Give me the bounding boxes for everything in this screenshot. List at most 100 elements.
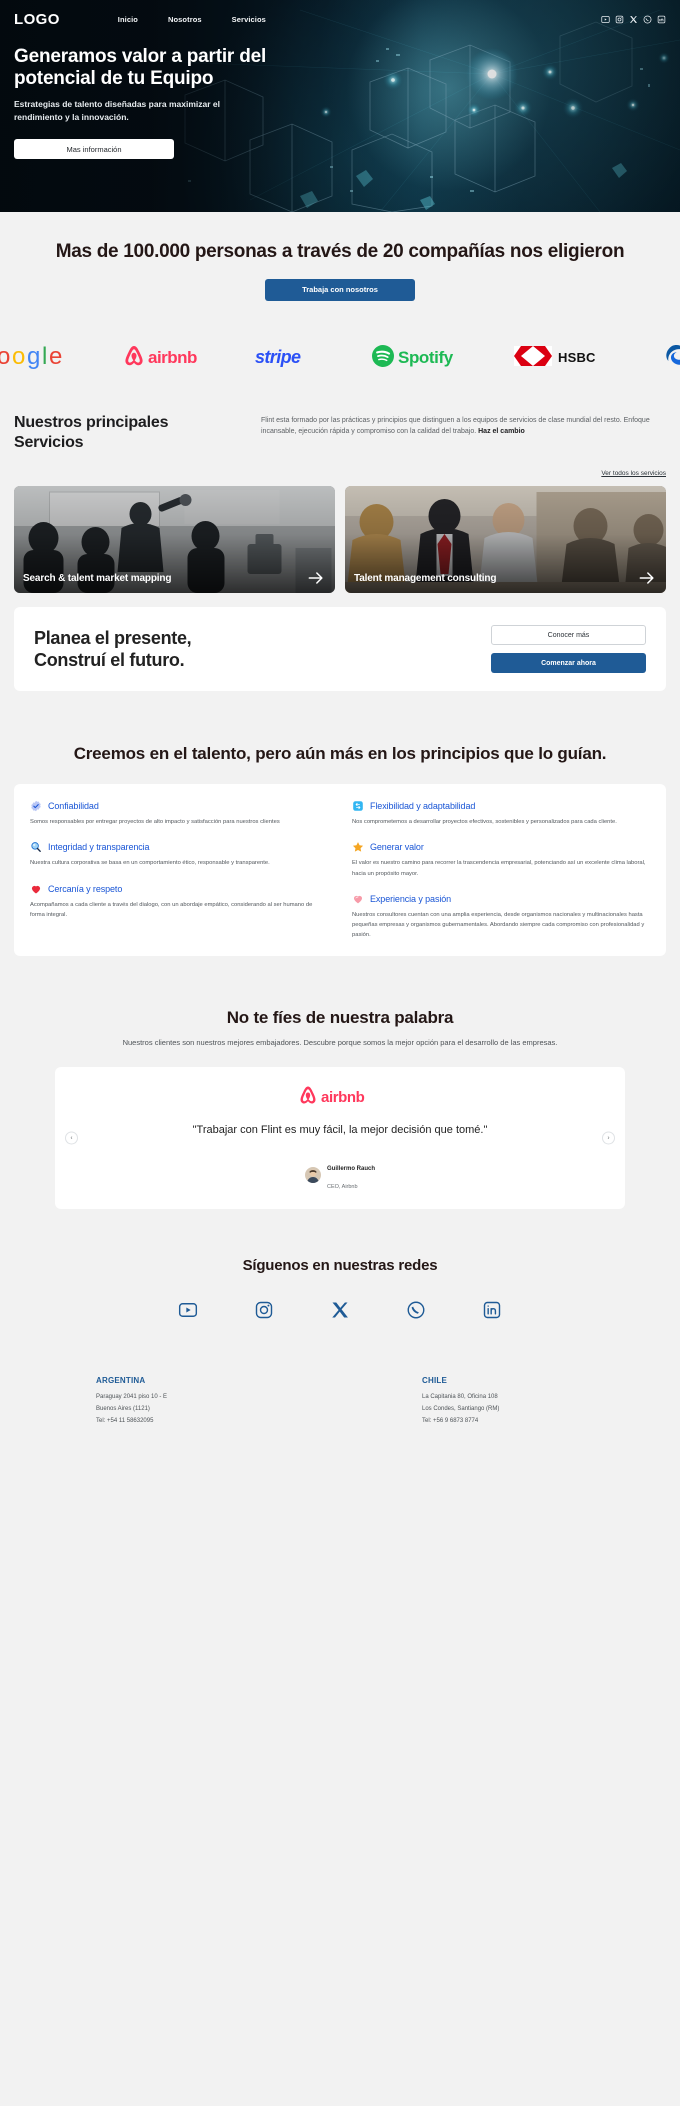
- principle-body: Acompañamos a cada cliente a través del …: [30, 901, 313, 918]
- svg-text:l: l: [42, 343, 47, 370]
- work-with-us-button[interactable]: Trabaja con nosotros: [265, 278, 415, 301]
- instagram-icon[interactable]: [615, 15, 624, 24]
- social-headline: Síguenos en nuestras redes: [242, 1257, 438, 1275]
- whatsapp-icon[interactable]: [406, 1300, 426, 1320]
- nav-links: Inicio Nosotros Servicios: [118, 15, 266, 24]
- principle-body: Somos responsables por entregar proyecto…: [30, 819, 280, 826]
- svg-text:e: e: [49, 343, 62, 370]
- services-title: Nuestros principales Servicios: [14, 413, 169, 452]
- principles-heading-block: Creemos en el talento, pero aún más en l…: [0, 721, 680, 785]
- cta-card: Planea el presente, Construí el futuro. …: [14, 607, 666, 692]
- svg-text:Spotify: Spotify: [398, 348, 454, 367]
- social-section: Síguenos en nuestras redes: [0, 1239, 680, 1351]
- footer-office-argentina: ARGENTINA Paraguay 2041 piso 10 - E Buen…: [14, 1376, 340, 1427]
- cta-section: Planea el presente, Construí el futuro. …: [0, 593, 680, 722]
- footer-country: CHILE: [422, 1376, 447, 1386]
- service-card-title: Search & talent market mapping: [23, 572, 172, 584]
- landing-page: LOGO Inicio Nosotros Servicios Generamos…: [0, 0, 680, 1458]
- services-description-cta[interactable]: Haz el cambio: [478, 428, 525, 435]
- principle-item-integridad-transparencia: Integridad y transparencia Nuestra cultu…: [30, 841, 328, 868]
- footer: ARGENTINA Paraguay 2041 piso 10 - E Buen…: [0, 1350, 680, 1458]
- nav-item-nosotros[interactable]: Nosotros: [168, 15, 202, 24]
- passion-icon: [352, 893, 364, 905]
- services-description: Flint esta formado por las prácticas y p…: [261, 413, 666, 437]
- testimonial-brand-logo: airbnb: [69, 1085, 611, 1107]
- principles-section: Confiabilidad Somos responsables por ent…: [0, 784, 680, 985]
- principle-item-confiabilidad: Confiabilidad Somos responsables por ent…: [30, 800, 328, 827]
- verified-badge-icon: [30, 800, 42, 812]
- principles-card: Confiabilidad Somos responsables por ent…: [14, 784, 666, 957]
- footer-address-line2: Los Condes, Santiango (RM): [422, 1406, 500, 1413]
- arrow-right-icon: [637, 568, 657, 588]
- testimonial-quote: "Trabajar con Flint es muy fácil, la mej…: [192, 1124, 488, 1137]
- hero-title: Generamos valor a partir del potencial d…: [14, 46, 267, 90]
- principle-body: Nos comprometemos a desarrollar proyecto…: [352, 819, 617, 826]
- testimonial-author: Guillermo Rauch CEO, Airbnb: [69, 1157, 611, 1193]
- nav-item-servicios[interactable]: Servicios: [232, 15, 266, 24]
- principle-item-flexibilidad-adaptabilidad: Flexibilidad y adaptabilidad Nos comprom…: [352, 800, 650, 827]
- youtube-icon[interactable]: [601, 15, 610, 24]
- cta-title-line1: Planea el presente,: [34, 627, 192, 648]
- svg-text:o: o: [0, 343, 10, 370]
- principle-item-cercania-respeto: Cercanía y respeto Acompañamos a cada cl…: [30, 883, 328, 920]
- cta-title-line2: Construí el futuro.: [34, 650, 185, 671]
- hero-section: LOGO Inicio Nosotros Servicios Generamos…: [0, 0, 680, 212]
- footer-phone[interactable]: Tel: +54 11 58632095: [96, 1418, 153, 1424]
- heart-icon: [30, 883, 42, 895]
- top-navigation: LOGO Inicio Nosotros Servicios: [0, 0, 680, 38]
- avatar: [304, 1167, 321, 1184]
- svg-text:airbnb: airbnb: [321, 1089, 365, 1106]
- instagram-icon[interactable]: [254, 1300, 274, 1320]
- spotify-logo: Spotify: [371, 341, 459, 371]
- whatsapp-icon[interactable]: [643, 15, 652, 24]
- google-logo: G o o g l e: [0, 341, 68, 371]
- svg-text:g: g: [27, 343, 40, 370]
- testimonial-author-name: Guillermo Rauch: [326, 1166, 375, 1173]
- principle-item-generar-valor: Generar valor El valor es nuestro camino…: [352, 841, 650, 878]
- view-all-services-link[interactable]: Ver todos los servicios: [601, 470, 666, 477]
- nav-item-inicio[interactable]: Inicio: [118, 15, 138, 24]
- principle-title: Experiencia y pasión: [370, 893, 452, 904]
- stats-section: Mas de 100.000 personas a través de 20 c…: [0, 212, 680, 323]
- cta-buttons: Conocer más Comenzar ahora: [491, 625, 646, 674]
- x-twitter-icon[interactable]: [629, 15, 638, 24]
- service-card-search-talent-market-mapping[interactable]: Search & talent market mapping: [14, 486, 335, 594]
- testimonials-section: airbnb "Trabajar con Flint es muy fácil,…: [0, 1049, 680, 1240]
- testimonials-headline: No te fíes de nuestra palabra: [226, 1008, 454, 1028]
- hero-content: Generamos valor a partir del potencial d…: [0, 38, 680, 160]
- service-card-title: Talent management consulting: [354, 572, 497, 584]
- testimonial-card: airbnb "Trabajar con Flint es muy fácil,…: [55, 1067, 625, 1210]
- principles-column-left: Confiabilidad Somos responsables por ent…: [30, 800, 328, 940]
- testimonial-author-role: CEO, Airbnb: [326, 1184, 358, 1191]
- principles-headline: Creemos en el talento, pero aún más en l…: [73, 744, 607, 764]
- nav-social-links: [601, 15, 666, 24]
- svg-text:o: o: [12, 343, 25, 370]
- learn-more-button[interactable]: Conocer más: [491, 625, 646, 646]
- services-section: Nuestros principales Servicios Flint est…: [0, 388, 680, 594]
- star-icon: [352, 841, 364, 853]
- principles-column-right: Flexibilidad y adaptabilidad Nos comprom…: [352, 800, 650, 940]
- more-info-button[interactable]: Mas información: [14, 139, 174, 160]
- services-card-list: Search & talent market mapping Talent ma…: [14, 486, 666, 594]
- client-logos-strip: G o o g l e airbnb stripe: [0, 322, 680, 389]
- footer-office-chile: CHILE La Capitania 80, Oficina 108 Los C…: [340, 1376, 666, 1427]
- cta-title: Planea el presente, Construí el futuro.: [34, 627, 473, 672]
- arrow-right-icon: [306, 568, 326, 588]
- footer-phone[interactable]: Tel: +56 9 6873 8774: [422, 1418, 478, 1424]
- principle-body: Nuestros consultores cuentan con una amp…: [352, 911, 645, 938]
- linkedin-icon[interactable]: [657, 15, 666, 24]
- principle-body: Nuestra cultura corporativa se basa en u…: [30, 860, 270, 867]
- testimonial-prev-button[interactable]: ‹: [65, 1131, 78, 1145]
- linkedin-icon[interactable]: [482, 1300, 502, 1320]
- airbnb-logo: airbnb: [122, 341, 200, 371]
- service-card-talent-management-consulting[interactable]: Talent management consulting: [345, 486, 666, 594]
- testimonial-next-button[interactable]: ›: [602, 1131, 615, 1145]
- youtube-icon[interactable]: [178, 1300, 198, 1320]
- start-now-button[interactable]: Comenzar ahora: [491, 653, 646, 674]
- hsbc-logo: HSBC: [513, 341, 606, 371]
- x-twitter-icon[interactable]: [330, 1300, 350, 1320]
- site-logo[interactable]: LOGO: [14, 11, 60, 28]
- footer-address-line2: Buenos Aires (1121): [96, 1406, 150, 1413]
- services-description-text: Flint esta formado por las prácticas y p…: [261, 416, 650, 435]
- principle-title: Integridad y transparencia: [48, 842, 150, 853]
